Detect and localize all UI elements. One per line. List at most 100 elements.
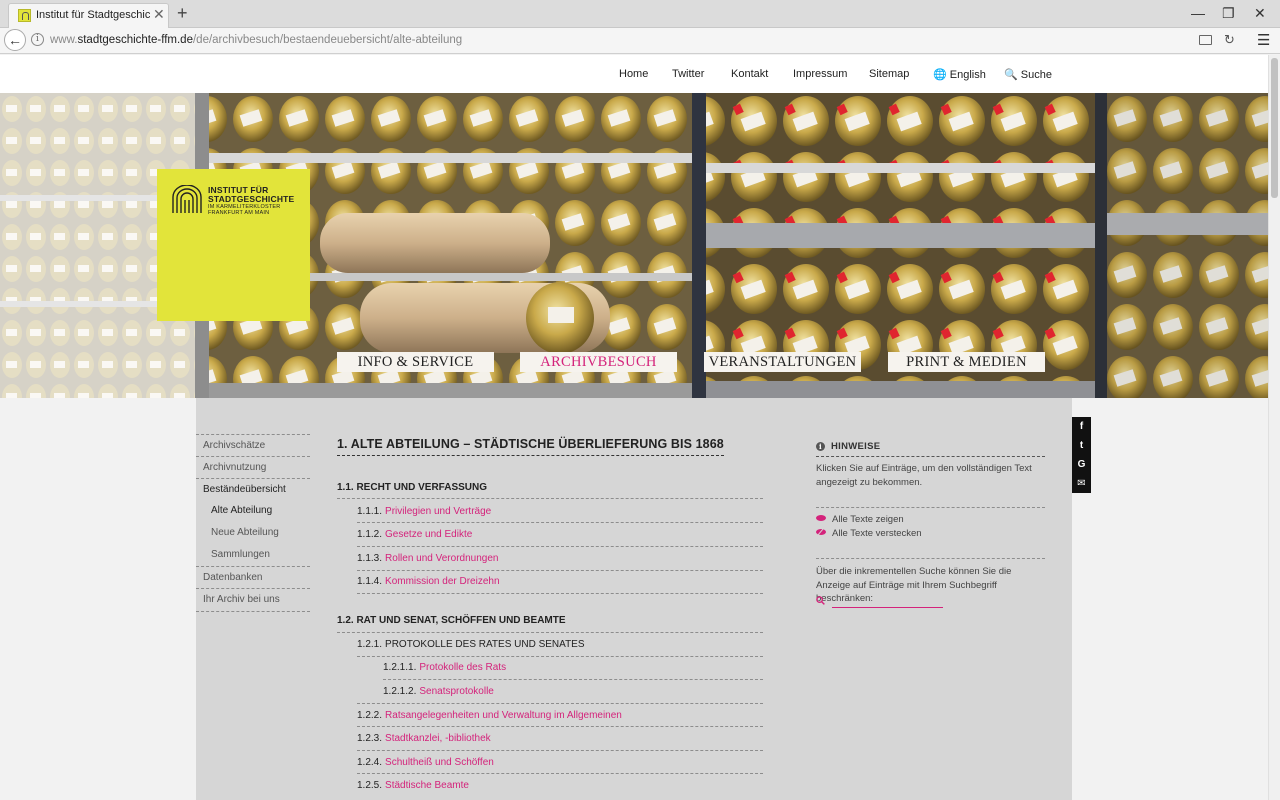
url-prefix: www. bbox=[50, 34, 78, 46]
entry-divider bbox=[357, 726, 763, 727]
section-heading-rat[interactable]: 1.2. RAT UND SENAT, SCHÖFFEN UND BEAMTE bbox=[337, 615, 566, 626]
show-all-label: Alle Texte zeigen bbox=[832, 514, 904, 525]
sidebar-item-datenbanken[interactable]: Datenbanken bbox=[196, 566, 310, 588]
list-item[interactable]: 1.2.1. PROTOKOLLE DES RATES UND SENATES bbox=[357, 639, 585, 650]
nav-suche[interactable]: 🔍 Suche bbox=[1004, 68, 1052, 81]
info-icon: i bbox=[816, 442, 825, 451]
nav-impressum[interactable]: Impressum bbox=[793, 68, 847, 80]
entry-link[interactable]: Ratsangelegenheiten und Verwaltung im Al… bbox=[385, 710, 622, 721]
url-path: /de/archivbesuch/bestaendeuebersicht/alt… bbox=[192, 34, 463, 46]
sidebar-item-alte-abteilung[interactable]: Alte Abteilung bbox=[196, 500, 310, 522]
list-item[interactable]: 1.1.2. Gesetze und Edikte bbox=[357, 529, 472, 540]
scrollbar-thumb[interactable] bbox=[1271, 58, 1278, 198]
entry-number: 1.1.3. bbox=[357, 553, 383, 564]
browser-tab[interactable]: Institut für Stadtgeschicht… ✕ bbox=[8, 3, 169, 28]
list-item[interactable]: 1.1.1. Privilegien und Verträge bbox=[357, 506, 491, 517]
entry-link[interactable]: Senatsprotokolle bbox=[419, 686, 494, 697]
list-item[interactable]: 1.2.4. Schultheiß und Schöffen bbox=[357, 757, 494, 768]
entry-link[interactable]: Schultheiß und Schöffen bbox=[385, 757, 494, 768]
mainnav-archivbesuch[interactable]: ARCHIVBESUCH bbox=[520, 352, 677, 372]
entry-divider bbox=[357, 656, 763, 657]
twitter-icon[interactable]: t bbox=[1072, 436, 1091, 455]
top-navigation: Home Twitter Kontakt Impressum Sitemap 🌐… bbox=[0, 55, 1268, 93]
entry-divider bbox=[357, 522, 763, 523]
section-divider bbox=[337, 632, 763, 633]
list-item[interactable]: 1.2.3. Stadtkanzlei, -bibliothek bbox=[357, 733, 491, 744]
maximize-icon[interactable]: ❐ bbox=[1222, 6, 1235, 20]
mainnav-veranstaltungen[interactable]: VERANSTALTUNGEN bbox=[704, 352, 861, 372]
entry-divider bbox=[357, 546, 763, 547]
nav-english[interactable]: 🌐 English bbox=[933, 68, 986, 81]
page-title: 1. ALTE ABTEILUNG – STÄDTISCHE ÜBERLIEFE… bbox=[337, 437, 724, 456]
hide-all-label: Alle Texte verstecken bbox=[832, 528, 922, 539]
entry-number: 1.1.1. bbox=[357, 506, 383, 517]
sidebar-item-bestaendeuebersicht[interactable]: Beständeübersicht bbox=[196, 478, 310, 500]
entry-link[interactable]: Rollen und Verordnungen bbox=[385, 553, 498, 564]
close-tab-icon[interactable]: ✕ bbox=[153, 7, 165, 21]
google-plus-icon[interactable]: G bbox=[1072, 455, 1091, 474]
list-item[interactable]: 1.2.1.2. Senatsprotokolle bbox=[383, 686, 494, 697]
back-button[interactable]: ← bbox=[4, 29, 26, 51]
sidebar-item-ihr-archiv[interactable]: Ihr Archiv bei uns bbox=[196, 588, 310, 610]
sidebar-item-archivschaetze[interactable]: Archivschätze bbox=[196, 434, 310, 456]
nav-sitemap[interactable]: Sitemap bbox=[869, 68, 909, 80]
entry-link[interactable]: Städtische Beamte bbox=[385, 780, 469, 791]
entry-link[interactable]: Protokolle des Rats bbox=[419, 662, 506, 673]
entry-number: 1.1.2. bbox=[357, 529, 383, 540]
section-divider bbox=[337, 498, 763, 499]
reload-icon[interactable]: ↻ bbox=[1224, 32, 1235, 48]
entry-number: 1.2.3. bbox=[357, 733, 383, 744]
site-info-icon[interactable]: i bbox=[31, 33, 44, 46]
page-scrollbar[interactable] bbox=[1268, 55, 1280, 800]
reader-view-icon[interactable] bbox=[1199, 35, 1212, 45]
entry-divider bbox=[357, 703, 763, 704]
minimize-icon[interactable]: — bbox=[1191, 6, 1205, 20]
entry-number: 1.2.1. bbox=[357, 639, 383, 650]
hints-divider bbox=[816, 507, 1045, 508]
hints-heading: i HINWEISE bbox=[816, 441, 1045, 457]
logo-text-line2: STADTGESCHICHTE bbox=[208, 194, 295, 204]
menu-icon[interactable]: ☰ bbox=[1257, 33, 1270, 48]
sidebar-divider bbox=[196, 611, 310, 612]
entry-number: 1.2.2. bbox=[357, 710, 383, 721]
list-item[interactable]: 1.2.1.1. Protokolle des Rats bbox=[383, 662, 506, 673]
incremental-search-input[interactable] bbox=[832, 595, 943, 608]
mainnav-print-medien[interactable]: PRINT & MEDIEN bbox=[888, 352, 1045, 372]
url-domain: stadtgeschichte-ffm.de bbox=[77, 34, 193, 46]
hints-heading-text: HINWEISE bbox=[831, 441, 881, 452]
entry-divider bbox=[357, 570, 763, 571]
entry-link[interactable]: Gesetze und Edikte bbox=[385, 529, 472, 540]
browser-tab-bar: Institut für Stadtgeschicht… ✕ + — ❐ ✕ bbox=[0, 0, 1280, 28]
sidebar-item-sammlungen[interactable]: Sammlungen bbox=[196, 544, 310, 566]
sub-heading[interactable]: PROTOKOLLE DES RATES UND SENATES bbox=[385, 639, 585, 650]
entry-divider bbox=[383, 679, 763, 680]
list-item[interactable]: 1.1.4. Kommission der Dreizehn bbox=[357, 576, 500, 587]
mainnav-info-service[interactable]: INFO & SERVICE bbox=[337, 352, 494, 372]
eye-icon bbox=[816, 515, 826, 521]
nav-twitter[interactable]: Twitter bbox=[672, 68, 704, 80]
institute-logo[interactable]: INSTITUT FÜR STADTGESCHICHTE IM KARMELIT… bbox=[157, 169, 310, 321]
entry-number: 1.2.1.1. bbox=[383, 662, 417, 673]
entry-number: 1.2.1.2. bbox=[383, 686, 417, 697]
list-item[interactable]: 1.2.2. Ratsangelegenheiten und Verwaltung… bbox=[357, 710, 622, 721]
show-all-texts-link[interactable]: Alle Texte zeigen bbox=[816, 514, 904, 525]
entry-link[interactable]: Kommission der Dreizehn bbox=[385, 576, 500, 587]
hints-text: Klicken Sie auf Einträge, um den vollstä… bbox=[816, 463, 1032, 488]
url-field[interactable]: www.stadtgeschichte-ffm.de/de/archivbesu… bbox=[50, 34, 462, 46]
new-tab-icon[interactable]: + bbox=[177, 4, 188, 22]
section-heading-recht[interactable]: 1.1. RECHT UND VERFASSUNG bbox=[337, 482, 487, 493]
facebook-icon[interactable]: f bbox=[1072, 417, 1091, 436]
hide-all-texts-link[interactable]: Alle Texte verstecken bbox=[816, 528, 922, 539]
sidebar-item-neue-abteilung[interactable]: Neue Abteilung bbox=[196, 522, 310, 544]
entry-number: 1.1.4. bbox=[357, 576, 383, 587]
list-item[interactable]: 1.2.5. Städtische Beamte bbox=[357, 780, 469, 791]
email-icon[interactable]: ✉ bbox=[1072, 474, 1091, 493]
entry-divider bbox=[357, 593, 763, 594]
sidebar-item-archivnutzung[interactable]: Archivnutzung bbox=[196, 456, 310, 478]
entry-link[interactable]: Stadtkanzlei, -bibliothek bbox=[385, 733, 491, 744]
nav-home[interactable]: Home bbox=[619, 68, 648, 80]
entry-link[interactable]: Privilegien und Verträge bbox=[385, 506, 491, 517]
list-item[interactable]: 1.1.3. Rollen und Verordnungen bbox=[357, 553, 498, 564]
close-window-icon[interactable]: ✕ bbox=[1254, 6, 1266, 20]
nav-kontakt[interactable]: Kontakt bbox=[731, 68, 768, 80]
